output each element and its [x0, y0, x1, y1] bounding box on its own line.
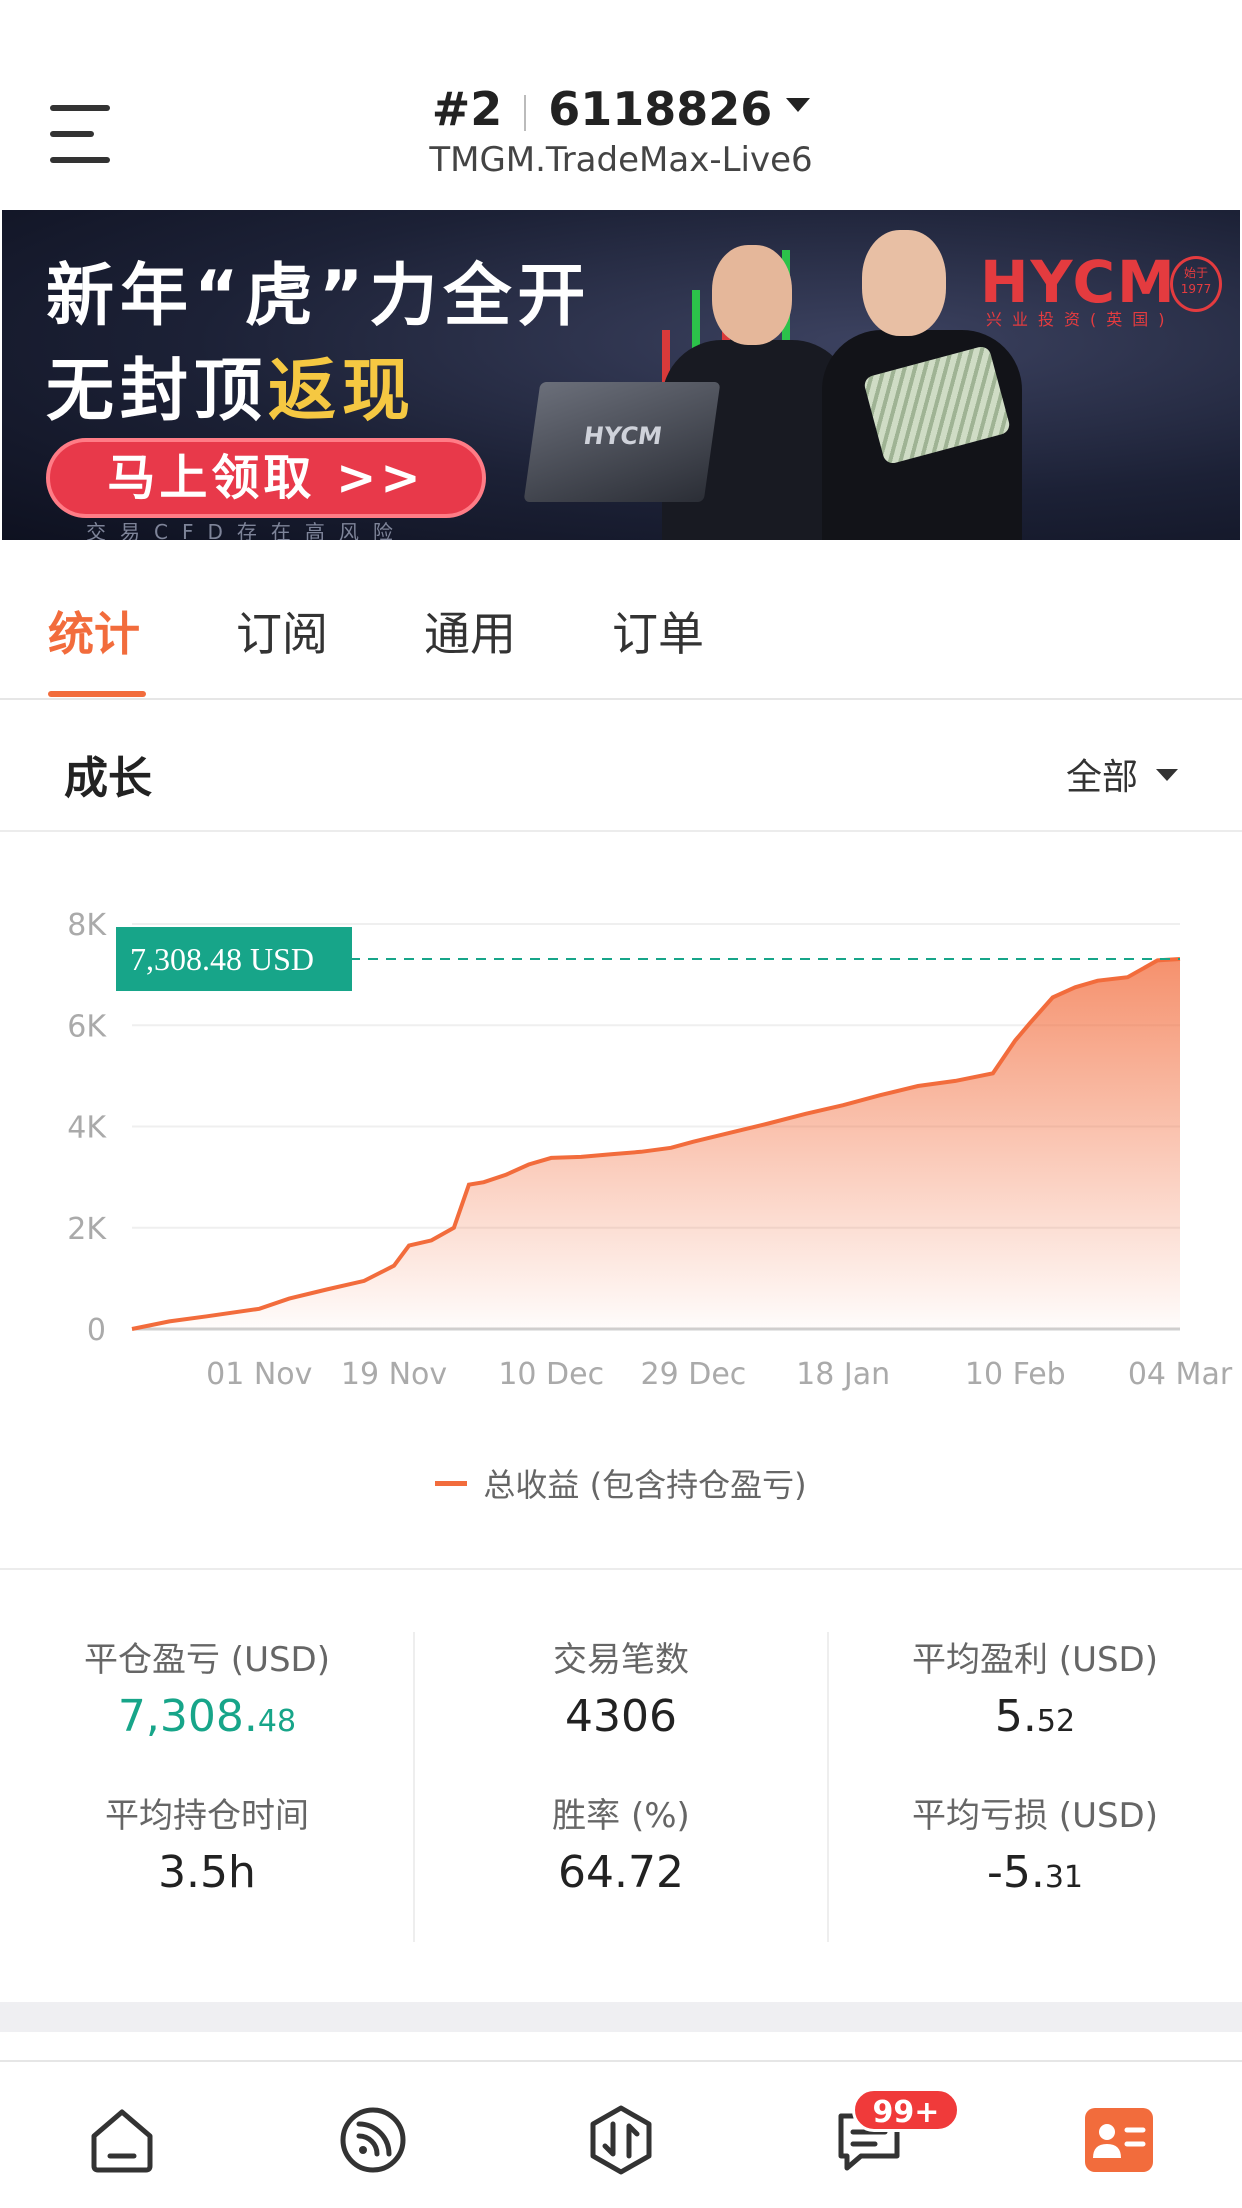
trade-count-value: 4306 [565, 1691, 677, 1742]
x-tick-label: 01 Nov [206, 1357, 312, 1392]
section-separator [0, 2002, 1242, 2032]
y-tick-label: 8K [67, 908, 107, 943]
tab-subscribe[interactable]: 订阅 [236, 598, 328, 664]
banner-cta-button[interactable]: 马上领取 >> [46, 438, 486, 518]
banner-subheadline: 无封顶返现 [46, 352, 417, 431]
home-icon[interactable] [86, 2104, 158, 2176]
dropdown-caret-icon [786, 97, 811, 112]
profile-card-icon[interactable] [1083, 2104, 1155, 2176]
win-rate-value: 64.72 [558, 1847, 684, 1898]
promo-banner[interactable]: HYCM 新年“虎”力全开 无封顶返现 马上领取 >> 交易CFD存在高风险 H… [2, 210, 1240, 540]
stats-column-3: 平均盈利 (USD) 5.52 平均亏损 (USD) -5.31 [828, 1632, 1242, 1898]
y-tick-label: 2K [67, 1212, 107, 1247]
stats-column-2: 交易笔数 4306 胜率 (%) 64.72 [414, 1632, 828, 1898]
growth-section-header: 成长 全部 [0, 702, 1242, 832]
tab-statistics[interactable]: 统计 [48, 598, 140, 664]
banner-laptop-image: HYCM [523, 382, 721, 502]
banner-person-image [712, 245, 792, 345]
tab-orders[interactable]: 订单 [612, 598, 704, 664]
tab-general[interactable]: 通用 [424, 598, 516, 664]
seal-icon: 始于 1977 [1170, 256, 1222, 312]
section-title: 成长 [64, 753, 152, 804]
x-tick-label: 10 Dec [498, 1357, 604, 1392]
unread-count-badge: 99+ [852, 2088, 960, 2132]
x-tick-label: 19 Nov [341, 1357, 447, 1392]
x-tick-label: 04 Mar [1128, 1357, 1233, 1392]
avg-profit-value: 5.52 [994, 1691, 1076, 1742]
account-index: #2 [431, 82, 503, 136]
legend-swatch [435, 1480, 468, 1486]
legend-label: 总收益 (包含持仓盈亏) [483, 1466, 807, 1504]
hycm-logo-subtitle: 兴业投资(英国) [986, 310, 1175, 329]
account-selector[interactable]: #2 6118826 [0, 82, 1242, 136]
stat-label: 胜率 (%) [552, 1796, 690, 1836]
x-tick-label: 10 Feb [965, 1357, 1066, 1392]
growth-chart[interactable]: 0 2K 4K 6K 8K 01 Nov 19 Nov 10 Dec 29 Dec 18 Jan… [0, 834, 1242, 1570]
x-tick-label: 29 Dec [641, 1357, 747, 1392]
banner-person-image [862, 230, 946, 336]
app-header: #2 6118826 TMGM.TradeMax-Live6 [0, 0, 1242, 208]
y-tick-label: 6K [67, 1009, 107, 1044]
server-name: TMGM.TradeMax-Live6 [429, 140, 813, 180]
tab-active-indicator [48, 691, 146, 697]
banner-headline: 新年“虎”力全开 [46, 257, 592, 336]
avg-loss-value: -5.31 [986, 1847, 1084, 1898]
period-filter-dropdown[interactable]: 全部 [1066, 748, 1178, 800]
stats-grid: 平仓盈亏 (USD) 7,308.48 平均持仓时间 3.5h 交易笔数 430… [0, 1572, 1242, 2000]
avg-hold-time-value: 3.5h [158, 1847, 256, 1898]
y-tick-label: 0 [87, 1313, 106, 1348]
account-separator [524, 94, 527, 131]
trade-icon[interactable] [585, 2104, 657, 2176]
y-tick-label: 4K [67, 1111, 107, 1146]
stat-label: 交易笔数 [553, 1640, 689, 1680]
current-value-label: 7,308.48 USD [130, 941, 314, 977]
signal-feed-icon[interactable] [337, 2104, 409, 2176]
bottom-navigation: 99+ [0, 2060, 1242, 2208]
tab-bar: 统计 订阅 通用 订单 [0, 540, 1242, 700]
stats-column-1: 平仓盈亏 (USD) 7,308.48 平均持仓时间 3.5h [0, 1632, 414, 1898]
x-tick-label: 18 Jan [796, 1357, 890, 1392]
chart-legend: 总收益 (包含持仓盈亏) [0, 1460, 1242, 1506]
closed-pl-value: 7,308.48 [117, 1691, 297, 1742]
growth-chart-svg: 0 2K 4K 6K 8K 01 Nov 19 Nov 10 Dec 29 Dec 18 Jan… [67, 908, 1233, 1392]
chevron-down-icon [1156, 769, 1178, 781]
stat-label: 平仓盈亏 (USD) [84, 1640, 330, 1680]
stat-label: 平均盈利 (USD) [912, 1640, 1158, 1680]
stat-label: 平均亏损 (USD) [912, 1796, 1158, 1836]
banner-risk-note: 交易CFD存在高风险 [86, 520, 407, 540]
stat-label: 平均持仓时间 [105, 1796, 309, 1836]
chart-area-fill [132, 959, 1180, 1329]
account-number: 6118826 [548, 82, 773, 136]
